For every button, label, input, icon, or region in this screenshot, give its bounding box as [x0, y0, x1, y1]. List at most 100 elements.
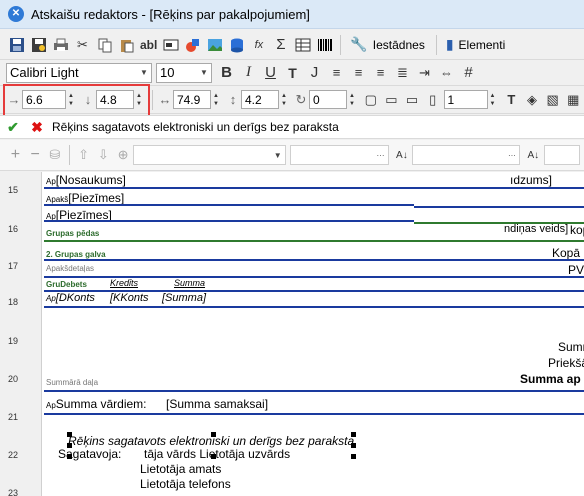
field-dzums[interactable]: ıdzums]: [510, 173, 552, 187]
selection-handle[interactable]: [67, 432, 72, 437]
border-none-icon[interactable]: ▯: [423, 89, 443, 110]
band-label-grupas-galva[interactable]: 2. Grupas galva: [46, 250, 106, 259]
band-dkonts[interactable]: Ap[DKonts: [46, 292, 95, 304]
band-summa-vardiem[interactable]: ApSumma vārdiem:: [46, 397, 147, 411]
confirm-icon[interactable]: ✔: [0, 119, 26, 136]
field-maksasanas-veids[interactable]: ndiņas veids]: [504, 223, 568, 235]
band-piezimes[interactable]: Apakš[Piezīmes]: [46, 191, 124, 205]
font-family-select[interactable]: Calibri Light ▼: [6, 62, 152, 83]
sort-ascending-icon[interactable]: A↓: [393, 145, 412, 166]
add-button[interactable]: +: [6, 145, 25, 166]
label-pvn[interactable]: PV: [568, 263, 584, 277]
band-separator: [44, 187, 584, 189]
copy-icon[interactable]: [94, 34, 115, 55]
paste-icon[interactable]: [116, 34, 137, 55]
spin-arrows-icon[interactable]: ▲ ▼: [347, 92, 357, 108]
align-justify-icon[interactable]: ≣: [392, 62, 413, 83]
label-kopa[interactable]: Kopā: [552, 246, 580, 260]
band-label-apaksdetalas[interactable]: Apakšdetaļas: [46, 264, 94, 273]
spin-arrows-icon[interactable]: ▲ ▼: [211, 92, 221, 108]
band-nosaukums[interactable]: Ap[Nosaukums]: [46, 173, 126, 187]
main-toolbar: ✂ abl fx Σ 🔧 Iestādnes ▮ Elementi: [0, 30, 584, 60]
wrap-icon[interactable]: ⇥: [414, 62, 435, 83]
label-icon[interactable]: abl: [138, 34, 159, 55]
field-summa[interactable]: [Summa]: [162, 292, 206, 304]
barcode-icon[interactable]: [314, 34, 335, 55]
save-as-icon[interactable]: [28, 34, 49, 55]
database-disabled-icon[interactable]: ⛁: [46, 145, 65, 166]
fit-icon[interactable]: ⇔: [436, 62, 457, 83]
report-canvas[interactable]: Ap[Nosaukums] ıdzums] Apakš[Piezīmes] Ap…: [42, 172, 584, 496]
band-label-grupas-pedas[interactable]: Grupas pēdas: [46, 229, 99, 238]
ellipsis-icon: ···: [376, 150, 385, 160]
print-icon[interactable]: [50, 34, 71, 55]
save-icon[interactable]: [6, 34, 27, 55]
bold-button[interactable]: B: [216, 62, 237, 83]
border-all-icon[interactable]: ▢: [361, 89, 381, 110]
font-size-select[interactable]: 10 ▼: [156, 62, 212, 83]
cut-icon[interactable]: ✂: [72, 34, 93, 55]
move-down-icon[interactable]: ⇩: [94, 145, 113, 166]
sort-ascending-icon[interactable]: A↓: [524, 145, 543, 166]
align-left-icon[interactable]: ≡: [326, 62, 347, 83]
pattern-icon[interactable]: ▧: [543, 89, 563, 110]
border-bottom-icon[interactable]: ▭: [402, 89, 422, 110]
extra-select[interactable]: [543, 145, 580, 165]
data-source-select[interactable]: ▼: [133, 145, 286, 165]
sort-field-select[interactable]: ···: [412, 145, 520, 165]
height-spinner[interactable]: ↕ 4.2 ▲ ▼: [225, 90, 289, 110]
cancel-icon[interactable]: ✖: [26, 119, 48, 136]
label-sagatavoja[interactable]: Sagatavoja:: [58, 447, 121, 461]
spin-arrows-icon[interactable]: ▲ ▼: [488, 92, 498, 108]
field-select[interactable]: ···: [289, 145, 389, 165]
more-icon[interactable]: ▦: [563, 89, 583, 110]
field-user-position[interactable]: Lietotāja amats: [140, 462, 221, 476]
remove-button[interactable]: −: [26, 145, 45, 166]
column-header-debets[interactable]: GruDebets: [46, 280, 87, 289]
selection-handle[interactable]: [351, 443, 356, 448]
label-summa-apmaksai[interactable]: Summa ap: [520, 372, 581, 386]
ruler-number: 20: [8, 374, 19, 384]
group-add-icon[interactable]: ⊕: [114, 145, 133, 166]
label-summa-right[interactable]: Summ: [558, 340, 584, 354]
selection-handle[interactable]: [351, 454, 356, 459]
text-color-icon[interactable]: T: [502, 89, 522, 110]
shape-icon[interactable]: [182, 34, 203, 55]
field-user-phone[interactable]: Lietotāja telefons: [140, 477, 231, 491]
text-style-button[interactable]: T: [282, 62, 303, 83]
band-label-summara-dala[interactable]: Summārā daļa: [46, 378, 98, 387]
sum-icon[interactable]: Σ: [270, 34, 291, 55]
database-icon[interactable]: [226, 34, 247, 55]
italic-button[interactable]: I: [238, 62, 259, 83]
formula-input[interactable]: Rēķins sagatavots elektroniski un derīgs…: [48, 120, 339, 134]
table-icon[interactable]: [292, 34, 313, 55]
width-spinner[interactable]: ↔ 74.9 ▲ ▼: [157, 90, 221, 110]
rotation-spinner[interactable]: ↻ 0 ▲ ▼: [293, 90, 357, 110]
formula-icon[interactable]: fx: [248, 34, 269, 55]
ruler-number: 22: [8, 450, 19, 460]
justify-label-button[interactable]: J: [304, 62, 325, 83]
field-icon[interactable]: [160, 34, 181, 55]
selection-handle[interactable]: [211, 432, 216, 437]
fill-color-icon[interactable]: ◈: [522, 89, 542, 110]
field-kop[interactable]: kop: [570, 223, 584, 237]
border-top-icon[interactable]: ▭: [382, 89, 402, 110]
column-header-kredits[interactable]: Kredīts: [110, 278, 138, 288]
column-header-summa[interactable]: Summa: [174, 278, 205, 288]
elements-button[interactable]: ▮ Elementi: [441, 34, 510, 56]
label-prieksapmaksa[interactable]: Priekšā: [548, 356, 584, 370]
field-user-name[interactable]: tāja vārds Lietotāja uzvārds: [144, 447, 290, 461]
selection-handle[interactable]: [351, 432, 356, 437]
field-kkonts[interactable]: [KKonts: [110, 292, 149, 304]
underline-button[interactable]: U: [260, 62, 281, 83]
grid-icon[interactable]: #: [458, 62, 479, 83]
align-center-icon[interactable]: ≡: [348, 62, 369, 83]
align-right-icon[interactable]: ≡: [370, 62, 391, 83]
field-summa-samaksai[interactable]: [Summa samaksai]: [166, 397, 268, 411]
move-up-icon[interactable]: ⇧: [74, 145, 93, 166]
border-width-spinner[interactable]: 1 ▲ ▼: [443, 90, 498, 110]
image-icon[interactable]: [204, 34, 225, 55]
width-icon: ↔: [158, 92, 172, 107]
settings-button[interactable]: 🔧 Iestādnes: [345, 34, 429, 56]
spin-arrows-icon[interactable]: ▲ ▼: [279, 92, 289, 108]
